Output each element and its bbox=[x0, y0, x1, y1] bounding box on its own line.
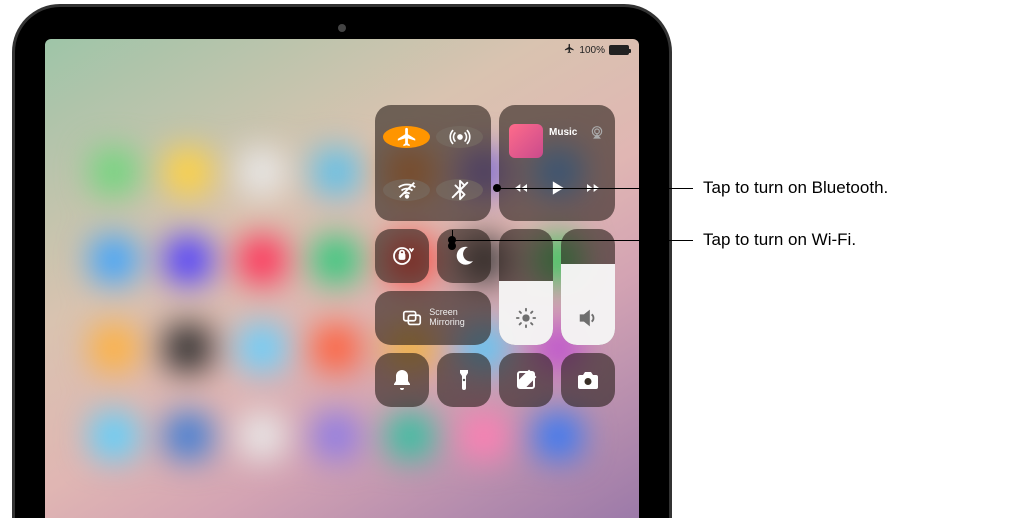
home-app-icon bbox=[461, 413, 507, 459]
home-app-icon bbox=[313, 413, 359, 459]
home-app-icon bbox=[91, 149, 137, 195]
home-app-icon bbox=[239, 413, 285, 459]
ipad-screen: 100% bbox=[45, 39, 639, 518]
home-app-icon bbox=[165, 237, 211, 283]
home-app-icon bbox=[535, 413, 581, 459]
battery-icon bbox=[609, 45, 629, 55]
home-app-icon bbox=[239, 149, 285, 195]
home-app-icon bbox=[313, 325, 359, 371]
home-app-icon bbox=[91, 237, 137, 283]
home-app-icon bbox=[313, 237, 359, 283]
camera-button[interactable] bbox=[561, 353, 615, 407]
airdrop-button[interactable] bbox=[436, 126, 483, 148]
notes-button[interactable] bbox=[499, 353, 553, 407]
home-app-icon bbox=[239, 237, 285, 283]
status-bar: 100% bbox=[564, 43, 629, 57]
screen-mirroring-button[interactable]: ScreenMirroring bbox=[375, 291, 491, 345]
control-center: Music bbox=[375, 105, 617, 415]
home-app-icon bbox=[91, 413, 137, 459]
volume-icon bbox=[577, 307, 599, 329]
airplay-icon[interactable] bbox=[589, 124, 605, 145]
home-app-icon bbox=[165, 325, 211, 371]
callout-bluetooth: Tap to turn on Bluetooth. bbox=[693, 178, 888, 198]
home-app-icon bbox=[165, 413, 211, 459]
silent-mode-button[interactable] bbox=[375, 353, 429, 407]
media-artwork bbox=[509, 124, 543, 158]
home-app-icon bbox=[313, 149, 359, 195]
home-app-icon bbox=[91, 325, 137, 371]
ipad-frame: 100% bbox=[12, 4, 672, 518]
airplane-mode-button[interactable] bbox=[383, 126, 430, 148]
media-module[interactable]: Music bbox=[499, 105, 615, 221]
bluetooth-button[interactable] bbox=[436, 179, 483, 201]
connectivity-module[interactable] bbox=[375, 105, 491, 221]
media-title: Music bbox=[543, 124, 589, 138]
battery-level: 100% bbox=[579, 45, 605, 56]
flashlight-button[interactable] bbox=[437, 353, 491, 407]
home-app-icon bbox=[165, 149, 211, 195]
airplane-status-icon bbox=[564, 43, 575, 57]
screen-mirroring-label: ScreenMirroring bbox=[429, 308, 465, 328]
orientation-lock-button[interactable] bbox=[375, 229, 429, 283]
wifi-button[interactable] bbox=[383, 179, 430, 201]
callout-wifi: Tap to turn on Wi-Fi. bbox=[693, 230, 856, 250]
home-app-icon bbox=[387, 413, 433, 459]
camera-dot bbox=[338, 24, 346, 32]
home-app-icon bbox=[239, 325, 285, 371]
brightness-icon bbox=[515, 307, 537, 329]
